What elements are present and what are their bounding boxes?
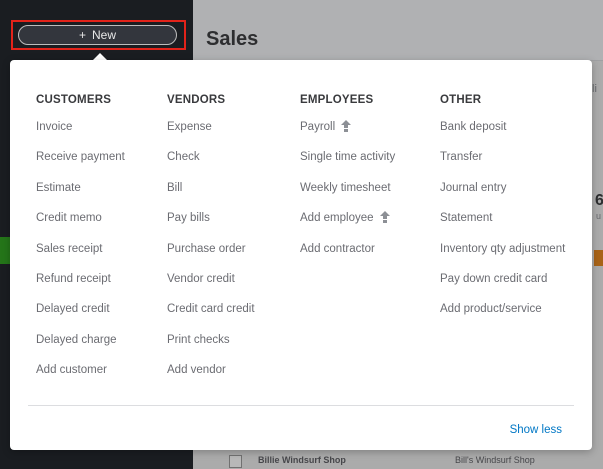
menu-item-label: Purchase order <box>167 242 246 255</box>
upgrade-arrow-icon <box>341 120 352 132</box>
other-column: OTHER Bank deposit Transfer Journal entry St… <box>440 94 565 332</box>
menu-item-label: Vendor credit <box>167 272 235 285</box>
menu-item-label: Check <box>167 151 200 164</box>
menu-item-bill[interactable]: Bill <box>167 180 255 210</box>
menu-item-label: Estimate <box>36 181 81 194</box>
employees-column: EMPLOYEES Payroll Single time activity Week… <box>300 94 395 271</box>
menu-divider <box>28 405 574 406</box>
menu-item-check[interactable]: Check <box>167 149 255 179</box>
menu-item-single-time-activity[interactable]: Single time activity <box>300 149 395 179</box>
menu-item-refund-receipt[interactable]: Refund receipt <box>36 271 125 301</box>
menu-item-delayed-charge[interactable]: Delayed charge <box>36 332 125 362</box>
new-button[interactable]: + New <box>18 25 177 45</box>
menu-item-delayed-credit[interactable]: Delayed credit <box>36 301 125 331</box>
menu-item-label: Pay bills <box>167 212 210 225</box>
menu-item-label: Sales receipt <box>36 242 103 255</box>
menu-item-credit-card-credit[interactable]: Credit card credit <box>167 301 255 331</box>
menu-item-payroll[interactable]: Payroll <box>300 119 395 149</box>
menu-item-label: Bill <box>167 181 183 194</box>
menu-item-label: Credit memo <box>36 212 102 225</box>
menu-item-add-employee[interactable]: Add employee <box>300 210 395 240</box>
upgrade-arrow-icon <box>379 211 390 224</box>
menu-item-label: Add vendor <box>167 364 226 377</box>
vendors-heading: VENDORS <box>167 94 226 106</box>
menu-item-add-contractor[interactable]: Add contractor <box>300 241 395 271</box>
menu-item-label: Refund receipt <box>36 272 111 285</box>
menu-item-add-vendor[interactable]: Add vendor <box>167 362 255 392</box>
menu-item-invoice[interactable]: Invoice <box>36 119 125 149</box>
menu-item-label: Statement <box>440 212 493 225</box>
plus-icon: + <box>78 28 86 42</box>
menu-item-label: Credit card credit <box>167 303 255 316</box>
menu-item-label: Pay down credit card <box>440 272 548 285</box>
menu-item-statement[interactable]: Statement <box>440 210 565 240</box>
customers-column: CUSTOMERS Invoice Receive payment Estimate C… <box>36 94 125 393</box>
menu-item-label: Expense <box>167 121 212 133</box>
menu-item-label: Add employee <box>300 212 374 225</box>
menu-item-label: Add customer <box>36 364 107 377</box>
menu-item-credit-memo[interactable]: Credit memo <box>36 210 125 240</box>
menu-item-weekly-timesheet[interactable]: Weekly timesheet <box>300 180 395 210</box>
menu-item-pay-bills[interactable]: Pay bills <box>167 210 255 240</box>
menu-item-label: Invoice <box>36 121 73 133</box>
menu-item-expense[interactable]: Expense <box>167 119 255 149</box>
vendors-column: VENDORS Expense Check Bill Pay bills Purchase… <box>167 94 255 393</box>
menu-item-label: Delayed charge <box>36 333 117 346</box>
menu-item-inventory-qty-adjustment[interactable]: Inventory qty adjustment <box>440 241 565 271</box>
new-menu-panel: CUSTOMERS Invoice Receive payment Estimate C… <box>10 60 592 450</box>
menu-item-label: Bank deposit <box>440 121 507 133</box>
menu-item-label: Payroll <box>300 121 336 133</box>
menu-item-label: Inventory qty adjustment <box>440 242 566 255</box>
menu-item-pay-down-credit-card[interactable]: Pay down credit card <box>440 271 565 301</box>
menu-item-label: Delayed credit <box>36 303 110 316</box>
menu-item-add-product-service[interactable]: Add product/service <box>440 301 565 331</box>
menu-item-estimate[interactable]: Estimate <box>36 180 125 210</box>
menu-item-label: Journal entry <box>440 181 507 194</box>
menu-item-purchase-order[interactable]: Purchase order <box>167 241 255 271</box>
menu-item-add-customer[interactable]: Add customer <box>36 362 125 392</box>
menu-item-vendor-credit[interactable]: Vendor credit <box>167 271 255 301</box>
menu-item-receive-payment[interactable]: Receive payment <box>36 149 125 179</box>
menu-item-print-checks[interactable]: Print checks <box>167 332 255 362</box>
menu-item-bank-deposit[interactable]: Bank deposit <box>440 119 565 149</box>
menu-item-journal-entry[interactable]: Journal entry <box>440 180 565 210</box>
menu-item-label: Add product/service <box>440 303 542 316</box>
menu-item-label: Weekly timesheet <box>300 181 391 194</box>
new-button-highlight: + New <box>11 20 186 50</box>
menu-item-label: Single time activity <box>300 151 396 164</box>
employees-heading: EMPLOYEES <box>300 94 374 106</box>
menu-item-label: Add contractor <box>300 242 375 255</box>
menu-item-transfer[interactable]: Transfer <box>440 149 565 179</box>
menu-item-label: Receive payment <box>36 151 125 164</box>
other-heading: OTHER <box>440 94 482 106</box>
customers-heading: CUSTOMERS <box>36 94 112 106</box>
menu-item-sales-receipt[interactable]: Sales receipt <box>36 241 125 271</box>
new-button-label: New <box>92 28 117 42</box>
menu-item-label: Print checks <box>167 333 230 346</box>
show-less-link[interactable]: Show less <box>510 424 562 436</box>
menu-item-label: Transfer <box>440 151 483 164</box>
